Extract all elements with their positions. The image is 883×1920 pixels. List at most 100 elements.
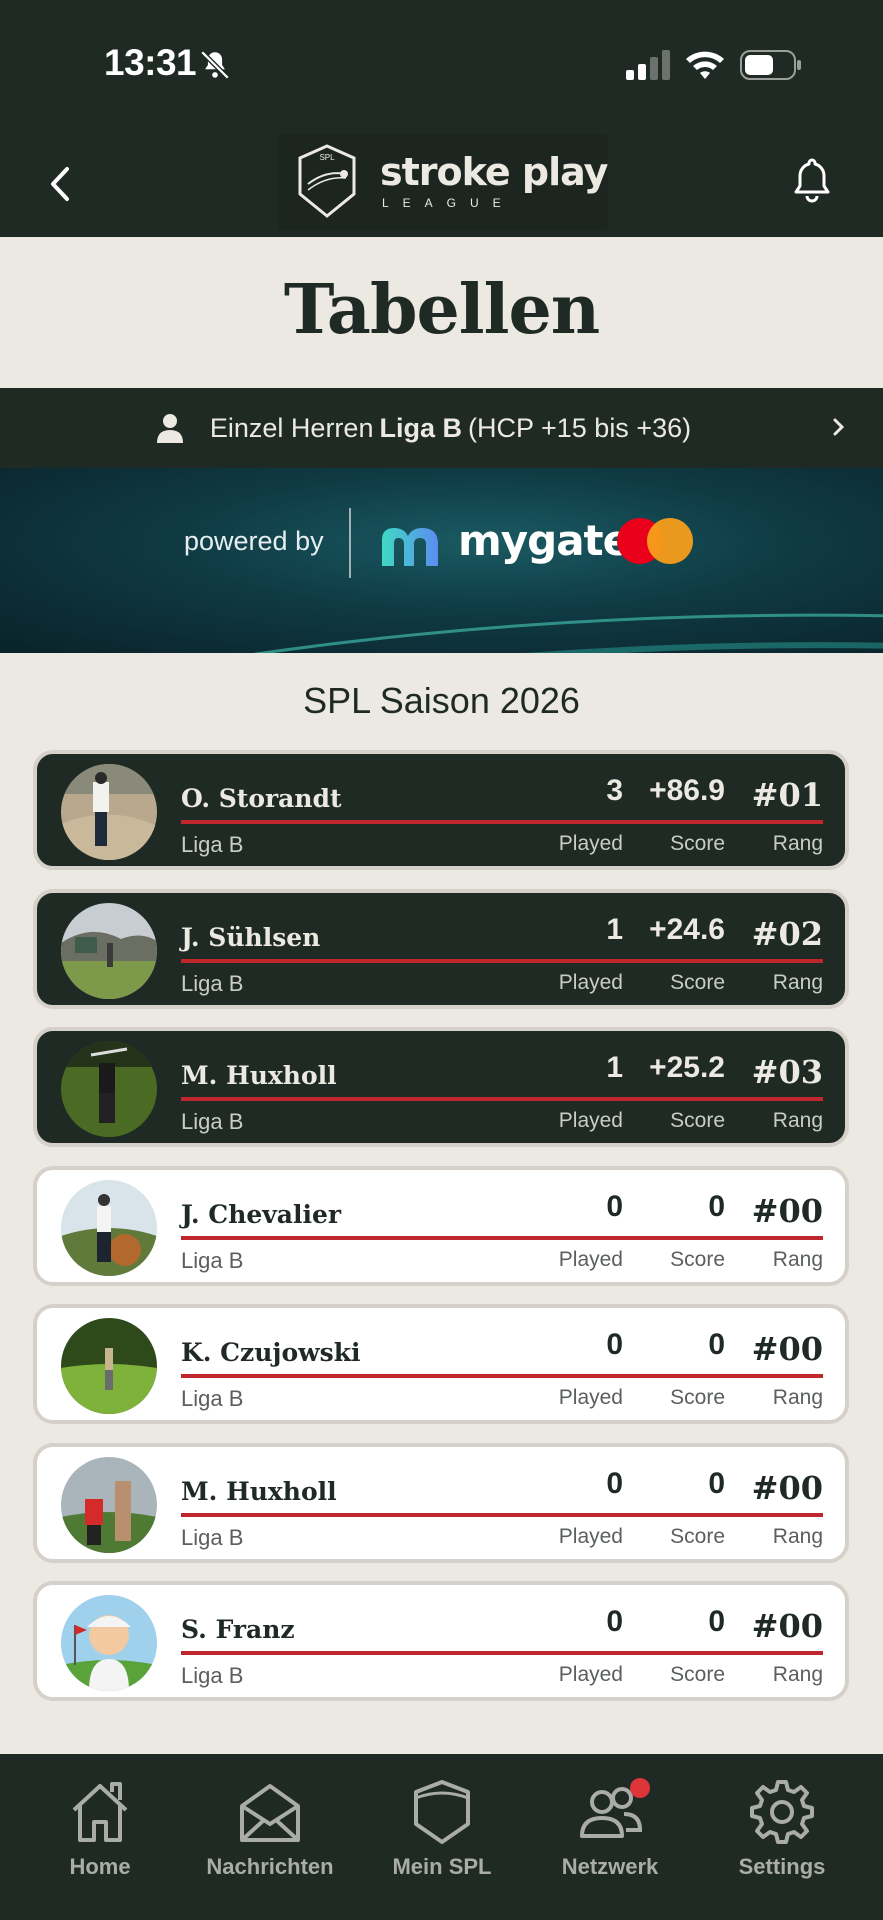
rank-label: Rang — [772, 1386, 823, 1409]
score-value: +25.2 — [649, 1051, 725, 1084]
powered-by-text: powered by — [184, 526, 324, 556]
shield-icon — [414, 1780, 470, 1844]
played-label: Played — [558, 1524, 623, 1548]
score-label: Score — [670, 1524, 725, 1548]
league-selector[interactable]: Einzel Herren Liga B (HCP +15 bis +36) — [0, 388, 883, 468]
played-value: 0 — [606, 1328, 623, 1361]
top-bar: 13:31 SPL stroke play LEAGUE — [0, 0, 883, 237]
league-selector-prefix: Einzel Herren — [209, 412, 374, 443]
rank-value: #03 — [751, 1053, 823, 1091]
ranking-list: O. Storandt Liga B 3 +86.9 #01 Played Sc… — [33, 750, 849, 1720]
played-value: 3 — [606, 774, 623, 807]
tab-nachrichten[interactable]: Nachrichten — [190, 1776, 350, 1896]
played-label: Played — [558, 1109, 623, 1132]
ranking-row[interactable]: O. Storandt Liga B 3 +86.9 #01 Played Sc… — [33, 750, 849, 870]
ranking-row[interactable]: M. Huxholl Liga B 1 +25.2 #03 Played Sco… — [33, 1027, 849, 1147]
notification-badge — [630, 1778, 650, 1798]
row-divider — [181, 1374, 823, 1378]
score-value: 0 — [708, 1466, 725, 1500]
played-label: Played — [558, 970, 623, 994]
ranking-row[interactable]: S. Franz Liga B 0 0 #00 Played Score Ran… — [33, 1581, 849, 1701]
score-value: +24.6 — [649, 912, 725, 946]
score-label: Score — [670, 1663, 725, 1686]
player-avatar — [61, 1595, 157, 1691]
mygate-wordmark: mygate — [458, 516, 631, 565]
season-title: SPL Saison 2026 — [303, 680, 580, 721]
tab-mein-spl[interactable]: Mein SPL — [362, 1776, 522, 1896]
rank-label: Rang — [772, 832, 823, 855]
player-name: S. Franz — [181, 1615, 295, 1644]
tab-label: Netzwerk — [561, 1854, 659, 1879]
player-league: Liga B — [181, 1109, 244, 1134]
gear-icon — [750, 1780, 814, 1844]
rank-value: #00 — [751, 1191, 823, 1230]
player-league: Liga B — [181, 970, 244, 996]
banner-wave-decoration — [252, 613, 883, 653]
mygate-logo-icon — [382, 528, 438, 566]
played-label: Played — [558, 1663, 623, 1686]
chevron-right-icon — [833, 418, 845, 436]
rank-label: Rang — [772, 1524, 823, 1548]
player-name: K. Czujowski — [181, 1338, 361, 1367]
score-label: Score — [670, 832, 725, 855]
tab-label: Settings — [738, 1854, 826, 1879]
ranking-row[interactable]: K. Czujowski Liga B 0 0 #00 Played Score… — [33, 1304, 849, 1424]
ranking-row[interactable]: M. Huxholl Liga B 0 0 #00 Played Score R… — [33, 1442, 849, 1563]
played-value: 0 — [606, 1466, 623, 1500]
ranking-row[interactable]: J. Sühlsen Liga B 1 +24.6 #02 Played Sco… — [33, 888, 849, 1009]
back-button[interactable] — [38, 158, 82, 210]
rank-value: #00 — [751, 1330, 823, 1368]
league-selector-league: Liga B — [379, 412, 462, 443]
logo-subtitle: LEAGUE — [382, 196, 515, 210]
logo-wordmark: stroke play — [380, 150, 608, 194]
chevron-left-icon — [51, 167, 69, 201]
notification-bell-icon[interactable] — [790, 156, 834, 204]
played-label: Played — [558, 1386, 623, 1409]
row-divider — [181, 958, 823, 963]
score-label: Score — [670, 1247, 725, 1271]
home-icon — [72, 1782, 128, 1842]
player-avatar — [61, 1041, 157, 1137]
score-value: 0 — [708, 1328, 725, 1361]
rank-label: Rang — [772, 1663, 823, 1686]
rank-label: Rang — [772, 1109, 823, 1132]
player-name: J. Chevalier — [181, 1199, 342, 1229]
rank-value: #02 — [751, 914, 823, 953]
score-label: Score — [670, 1386, 725, 1409]
rank-value: #00 — [751, 1607, 823, 1645]
player-league: Liga B — [181, 1663, 244, 1688]
tab-settings[interactable]: Settings — [702, 1776, 862, 1896]
row-divider — [181, 1651, 823, 1655]
player-avatar — [61, 764, 157, 860]
score-label: Score — [670, 1109, 725, 1132]
bottom-tab-bar: Home Nachrichten Mein SPL Netzwerk Setti… — [0, 1754, 883, 1920]
spl-shield-logo-icon: SPL — [298, 144, 356, 218]
rank-label: Rang — [772, 1247, 823, 1271]
ranking-row[interactable]: J. Chevalier Liga B 0 0 #00 Played Score… — [33, 1165, 849, 1286]
score-value: 0 — [708, 1605, 725, 1638]
row-divider — [181, 1097, 823, 1101]
player-avatar — [61, 1456, 157, 1553]
silent-mode-icon — [200, 50, 230, 80]
rank-value: #00 — [751, 1468, 823, 1507]
player-league: Liga B — [181, 832, 244, 857]
tab-label: Nachrichten — [206, 1854, 334, 1879]
row-divider — [181, 1512, 823, 1517]
player-name: M. Huxholl — [181, 1061, 337, 1090]
player-avatar — [61, 1318, 157, 1414]
tab-netzwerk[interactable]: Netzwerk — [530, 1776, 690, 1896]
battery-icon — [740, 50, 801, 80]
score-label: Score — [670, 970, 725, 994]
tab-label: Home — [69, 1854, 131, 1879]
person-icon — [156, 414, 183, 443]
sponsor-banner[interactable]: powered by mygate — [0, 468, 883, 653]
league-selector-suffix: (HCP +15 bis +36) — [467, 412, 692, 443]
row-divider — [181, 1235, 823, 1240]
mail-icon — [240, 1784, 300, 1842]
page-title: Tabellen — [283, 270, 600, 350]
tab-home[interactable]: Home — [20, 1776, 180, 1896]
status-time: 13:31 — [104, 42, 197, 83]
player-name: O. Storandt — [181, 784, 342, 813]
played-value: 0 — [606, 1189, 623, 1223]
mastercard-logo-yellow-icon — [647, 518, 693, 564]
